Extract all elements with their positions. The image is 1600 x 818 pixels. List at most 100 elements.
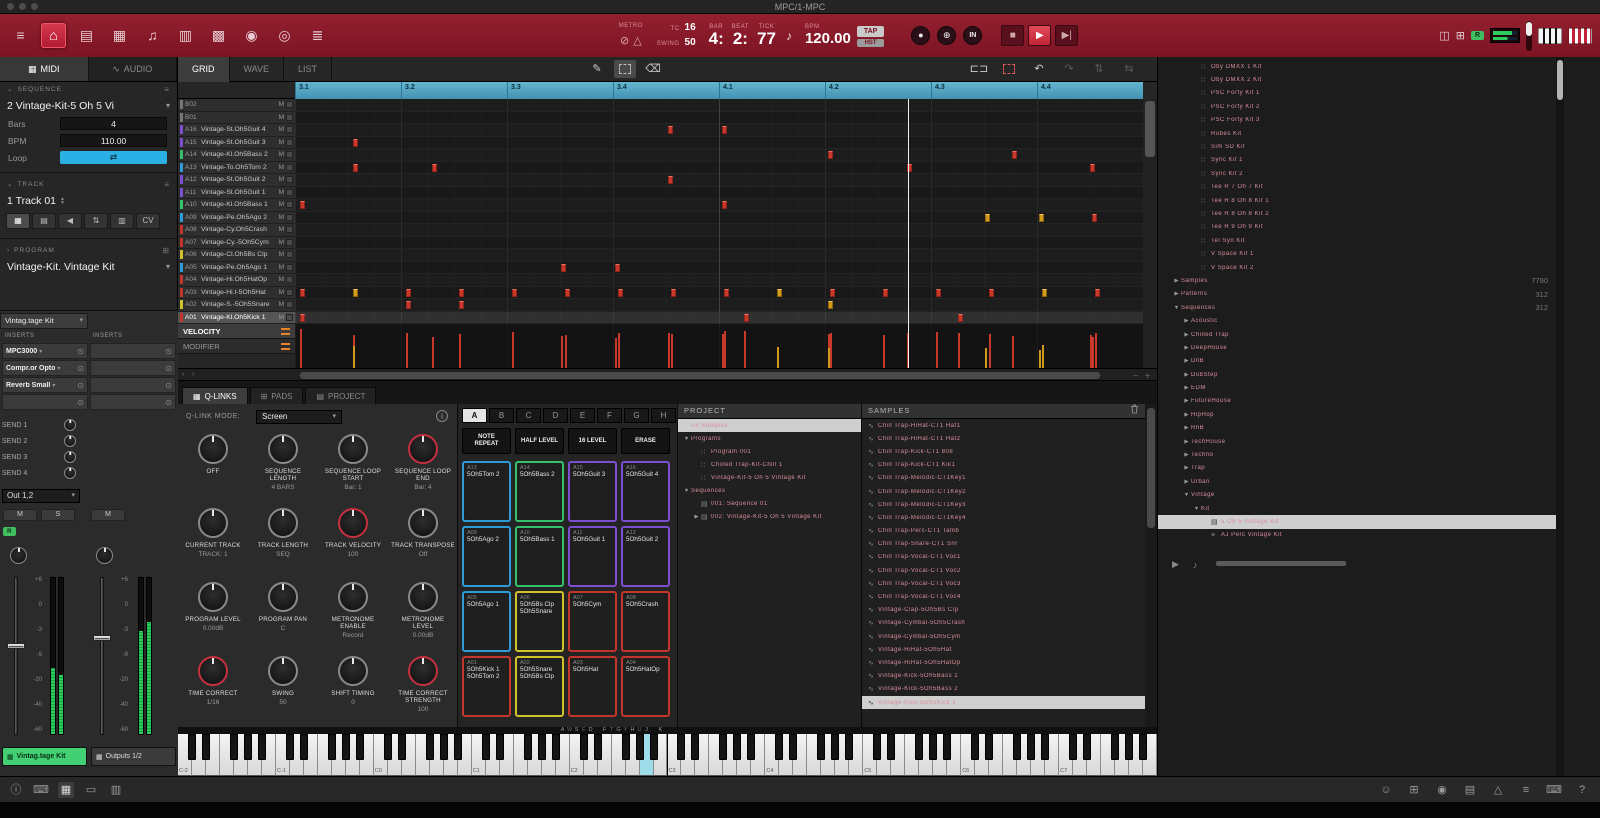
tab-wave[interactable]: WAVE [230,56,285,82]
insert-slot[interactable]: MPC3000 ▾ ⊙ [2,343,88,359]
track-mute-button[interactable]: M [279,251,284,258]
piano-black-key[interactable] [299,734,308,760]
piano-black-key[interactable] [187,734,196,760]
note-block[interactable] [936,288,942,297]
tab-list[interactable]: LIST [284,56,333,82]
insert-slot[interactable]: Compr.or Opto ▾ ⊙ [2,360,88,376]
browser-tree-row[interactable]: ▶ Urban [1158,475,1556,488]
channel-strip-selector[interactable]: Vintag.tage Kit ▾ [0,313,88,329]
track-selector[interactable]: 1 Track 01 ▲ ▼ [0,191,177,210]
qlink-cell[interactable]: METRONOME ENABLE Record [318,578,388,652]
piano-black-key[interactable] [285,734,294,760]
track-mute-button[interactable]: M [279,139,284,146]
grid-track-row[interactable]: A11 Vintage-St.Oh5Guit 1 M [178,187,295,199]
piano-black-key[interactable] [425,734,434,760]
qlink-cell[interactable]: TRACK LENGTH SEQ [248,504,318,578]
browser-tree-row[interactable]: ▶ FutureHouse [1158,395,1556,408]
program-edit-icon[interactable]: ⊞ [162,246,170,255]
grid-track-row[interactable]: A04 Vintage-Hi.Oh5HatOp M [178,274,295,287]
tree-arrow-icon[interactable]: ▶ [1182,345,1191,351]
punch-in-button[interactable]: IN [963,26,983,45]
qlink-cell[interactable]: SHIFT TIMING 0 [318,652,388,726]
track-arm-box[interactable] [286,138,293,146]
qlink-cell[interactable]: SEQUENCE LENGTH 4 BARS [248,430,318,504]
tree-arrow-icon[interactable]: ▶ [1182,439,1191,445]
sample-row[interactable]: ∿ Vintage-Cymbal-5Oh5Crash [862,617,1145,630]
note-block[interactable] [744,313,750,322]
midi-keyboard-icon[interactable]: ⌨ [1546,782,1562,798]
timeline-ruler[interactable]: 3.1 3.2 3.3 3.4 4.1 4.2 4.3 4.4 [295,82,1143,99]
velocity-bar[interactable] [1094,332,1097,368]
browser-tree-row[interactable]: ▼ Sequences 312 [1158,301,1556,314]
keys-panel-icon[interactable]: ▥ [108,782,124,798]
tab-grid[interactable]: GRID [178,56,230,82]
fader-handle[interactable] [7,643,25,649]
ruler-segment[interactable]: 4.4 [1037,82,1143,99]
sample-row[interactable]: ∿ Vintage-Cymbal-5Oh5Cym [862,630,1145,643]
note-block[interactable] [564,288,570,297]
pencil-tool-icon[interactable]: ✎ [586,60,608,78]
power-icon[interactable]: ⊙ [165,381,172,390]
qlink-cell[interactable]: TIME CORRECT STRENGTH 100 [388,652,458,726]
playhead[interactable] [908,99,910,324]
screen-icon[interactable]: ▭ [83,782,99,798]
velocity-bar[interactable] [614,338,617,368]
qlink-knob[interactable] [338,656,368,686]
piano-black-key[interactable] [831,734,840,760]
zoom-window-icon[interactable] [31,3,38,10]
note-block[interactable] [1090,163,1096,172]
piano-black-key[interactable] [439,734,448,760]
bpm-value[interactable]: 120.00 [805,30,851,47]
tree-arrow-icon[interactable]: ▶ [1182,452,1191,458]
track-arm-box[interactable] [286,313,293,321]
track-arm-box[interactable] [286,301,293,309]
sample-row[interactable]: ∿ Chill Trap-Kick-CT1 808 [862,445,1145,458]
virtual-keyboard-button[interactable] [1538,27,1562,44]
piano-black-key[interactable] [495,734,504,760]
insert-slot[interactable]: ⊙ [2,394,88,410]
sample-row[interactable]: ∿ Chill Trap-Melodic-CT1Key2 [862,485,1145,498]
velocity-bar[interactable] [564,334,567,368]
power-icon[interactable]: ⊙ [77,381,84,390]
drum-pad-a01[interactable]: A01 5Oh5Kick 1 5Oh5Tom 2 [462,656,511,717]
drum-pad-a12[interactable]: A12 5Oh5Guit 2 [621,526,670,587]
browser-tree-row[interactable]: ∷ V Space Kit 1 [1158,247,1556,260]
pan-knob[interactable] [96,547,113,564]
note-block[interactable] [985,213,991,222]
qlink-knob[interactable] [408,582,438,612]
project-tree-row[interactable]: ▶ ▤ 002: Vintage-Kit-5 Oh 5 Vintage Kit [678,510,861,523]
automation-read-badge[interactable]: R [3,527,16,536]
note-block[interactable] [988,288,994,297]
drum-pad-a09[interactable]: A09 5Oh5Ago 2 [462,526,511,587]
piano-black-key[interactable] [341,734,350,760]
sample-row[interactable]: ∿ Chill Trap-Snare-CT1 Snr [862,538,1145,551]
tree-arrow-icon[interactable]: ▶ [1182,465,1191,471]
undo-button[interactable]: ↶ [1028,60,1050,78]
track-stepper[interactable]: ▲ ▼ [60,196,65,205]
qlink-cell[interactable]: SEQUENCE LOOP END Bar: 4 [388,430,458,504]
qlink-cell[interactable]: METRONOME LEVEL 0.00dB [388,578,458,652]
tree-arrow-icon[interactable]: ▶ [1182,332,1191,338]
note-block[interactable] [406,288,412,297]
piano-black-key[interactable] [201,734,210,760]
track-arm-box[interactable] [286,251,293,259]
track-arm-box[interactable] [286,226,293,234]
track-mute-button[interactable]: M [279,264,284,271]
play-start-button[interactable]: ▶| [1055,25,1079,46]
tab-midi[interactable]: ▦ MIDI [0,57,89,81]
note-block[interactable] [827,301,833,309]
minimize-window-icon[interactable] [19,3,26,10]
modifier-lane-header[interactable]: MODIFIER [178,339,295,354]
velocity-bar[interactable] [882,334,885,368]
pad-action-half-level[interactable]: HALF LEVEL [515,428,564,454]
note-block[interactable] [724,288,730,297]
project-tree-row[interactable]: ▼ Programs [678,432,861,445]
browser-tree-row[interactable]: ▶ Trap [1158,462,1556,475]
channel-fader[interactable] [14,577,18,735]
velocity-bar[interactable] [724,331,727,368]
piano-black-key[interactable] [1041,734,1050,760]
velocity-bar[interactable] [988,333,991,368]
browser-tree-row[interactable]: ∷ Oby DMXX 1 Kit [1158,60,1556,73]
note-block[interactable] [432,163,438,172]
velocity-bar[interactable] [618,332,621,368]
